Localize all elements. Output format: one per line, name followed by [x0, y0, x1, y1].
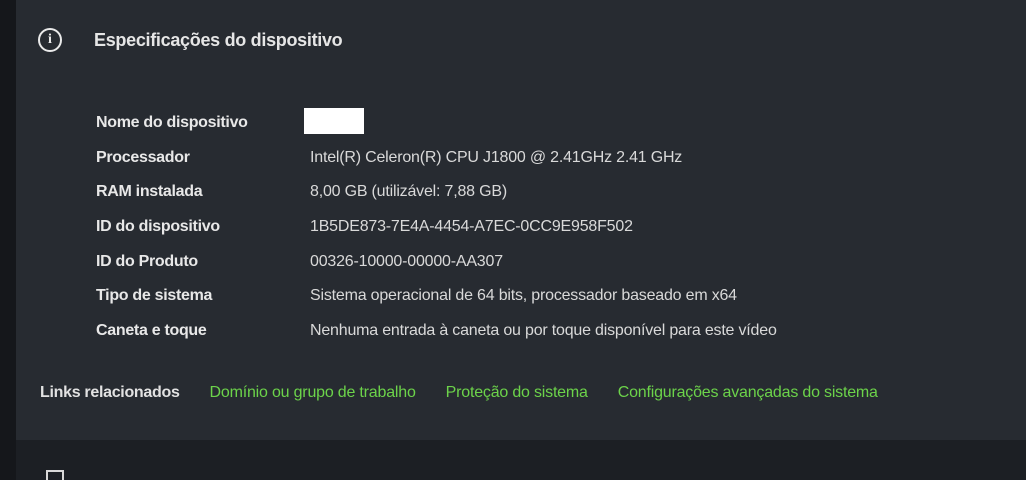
- bottom-band: [16, 440, 1026, 480]
- spec-value: Intel(R) Celeron(R) CPU J1800 @ 2.41GHz …: [310, 148, 683, 166]
- spec-label: ID do Produto: [96, 252, 198, 270]
- spec-label: Processador: [96, 148, 190, 166]
- spec-label: Tipo de sistema: [96, 287, 213, 305]
- spec-value: 1B5DE873-7E4A-4454-A7EC-0CC9E958F502: [310, 218, 633, 236]
- spec-row-product-id: ID do Produto 00326-10000-00000-AA307: [96, 244, 777, 279]
- spec-row-device-id: ID do dispositivo 1B5DE873-7E4A-4454-A7E…: [96, 210, 777, 245]
- settings-screen: i Especificações do dispositivo Nome do …: [0, 0, 1026, 480]
- spec-row-ram: RAM instalada 8,00 GB (utilizável: 7,88 …: [96, 175, 777, 210]
- spec-label: ID do dispositivo: [96, 218, 220, 236]
- spec-label: Caneta e toque: [96, 321, 207, 339]
- redacted-block: [304, 107, 364, 134]
- window-icon: [46, 470, 64, 480]
- specs-list: Nome do dispositivo Processador Intel(R)…: [96, 106, 777, 348]
- device-name-value: [304, 107, 364, 139]
- related-links-label: Links relacionados: [40, 384, 180, 401]
- advanced-system-settings-link[interactable]: Configurações avançadas do sistema: [618, 384, 878, 402]
- section-title: Especificações do dispositivo: [94, 29, 343, 50]
- domain-workgroup-link[interactable]: Domínio ou grupo de trabalho: [210, 384, 416, 402]
- spec-label: RAM instalada: [96, 183, 203, 201]
- spec-value: Sistema operacional de 64 bits, processa…: [310, 287, 737, 305]
- spec-row-processor: Processador Intel(R) Celeron(R) CPU J180…: [96, 141, 777, 176]
- left-edge: [0, 0, 16, 480]
- spec-row-device-name: Nome do dispositivo: [96, 106, 777, 141]
- spec-row-system-type: Tipo de sistema Sistema operacional de 6…: [96, 279, 777, 314]
- info-icon: i: [38, 28, 62, 52]
- spec-row-pen-touch: Caneta e toque Nenhuma entrada à caneta …: [96, 314, 777, 349]
- related-links: Links relacionados Domínio ou grupo de t…: [40, 384, 878, 402]
- spec-value: 00326-10000-00000-AA307: [310, 252, 503, 270]
- spec-label: Nome do dispositivo: [96, 114, 248, 132]
- spec-value: Nenhuma entrada à caneta ou por toque di…: [310, 321, 777, 339]
- system-protection-link[interactable]: Proteção do sistema: [446, 384, 588, 402]
- section-header: i Especificações do dispositivo: [38, 28, 343, 52]
- spec-value: 8,00 GB (utilizável: 7,88 GB): [310, 183, 507, 201]
